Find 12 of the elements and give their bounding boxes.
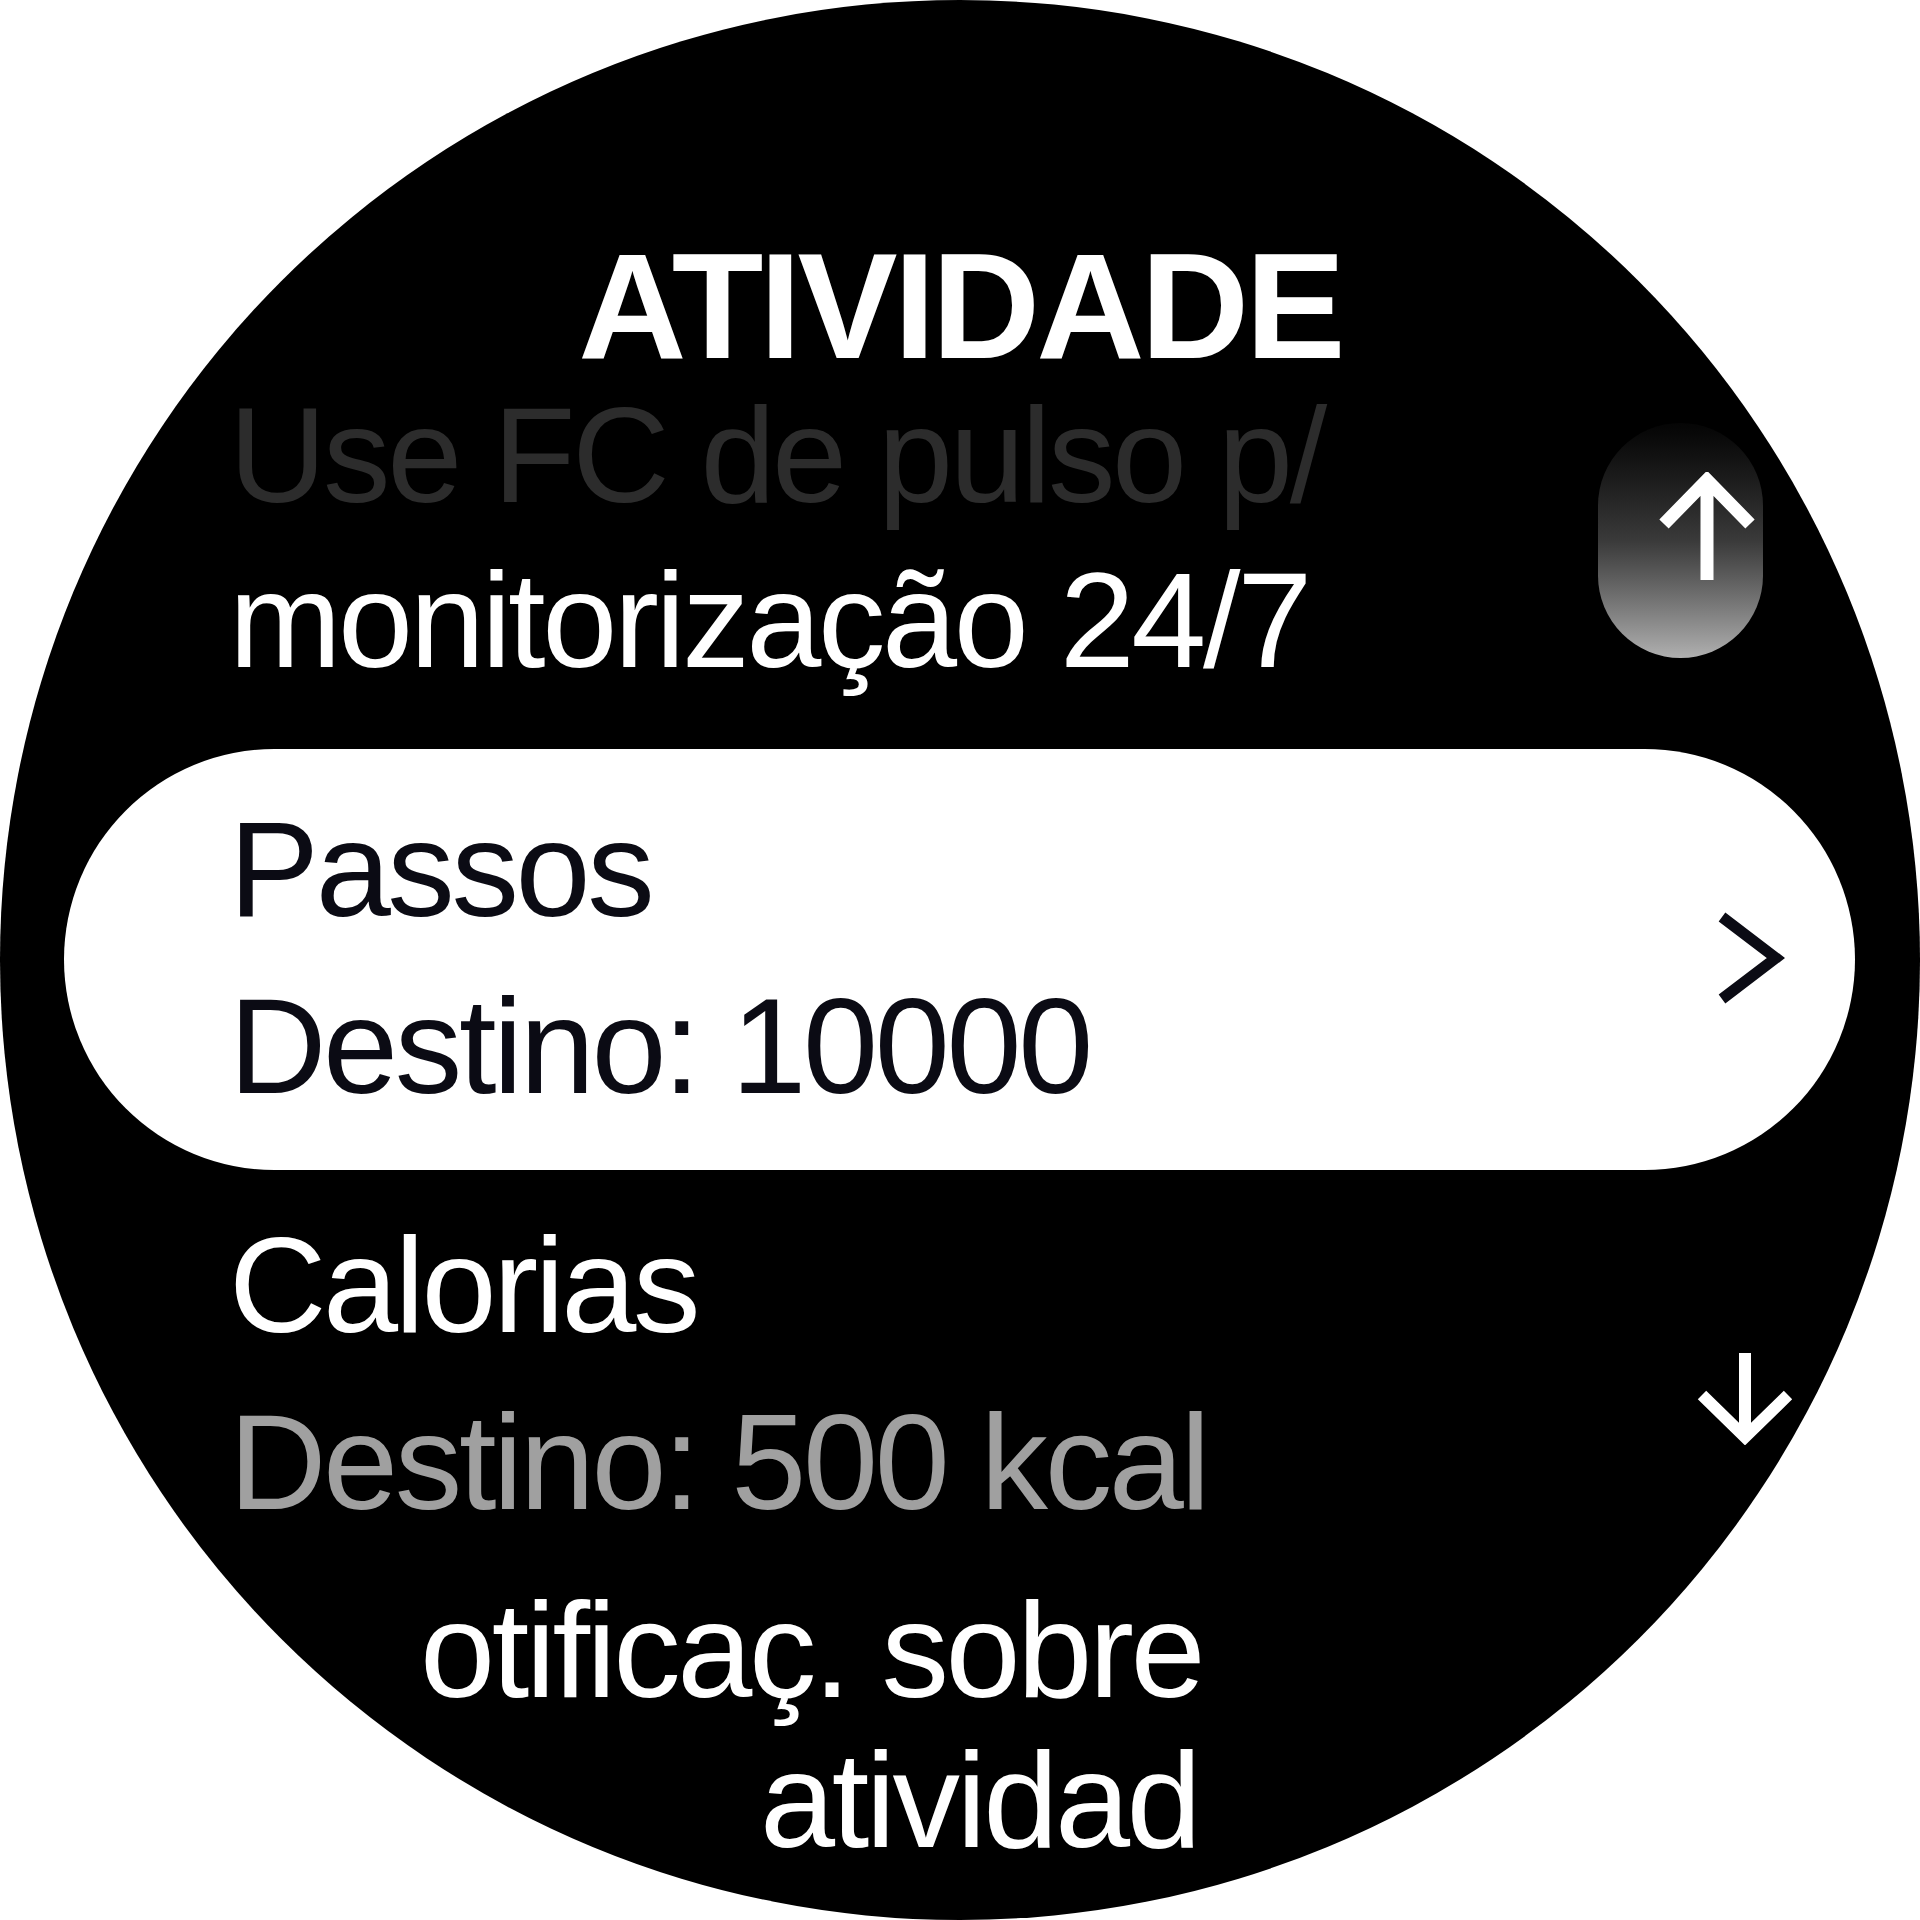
scroll-down-arrow-icon — [1696, 1353, 1794, 1445]
item-value: Destino: 10000 — [229, 970, 1090, 1124]
setting-label: otificaç. sobre — [420, 1576, 1203, 1726]
scroll-up-arrow-icon — [1658, 472, 1756, 583]
screen-title: ATIVIDADE — [577, 231, 1343, 381]
item-title: Calorias — [229, 1209, 698, 1363]
menu-item[interactable]: Passos Destino: 10000 — [64, 749, 1855, 1170]
item-value: Destino: 500 kcal — [229, 1386, 1208, 1540]
setting-label: monitorização 24/7 — [229, 544, 1310, 698]
menu-item[interactable]: Calorias Destino: 500 kcal — [64, 1197, 1855, 1551]
setting-label: atividad — [760, 1726, 1199, 1876]
item-title: Passos — [229, 793, 652, 947]
